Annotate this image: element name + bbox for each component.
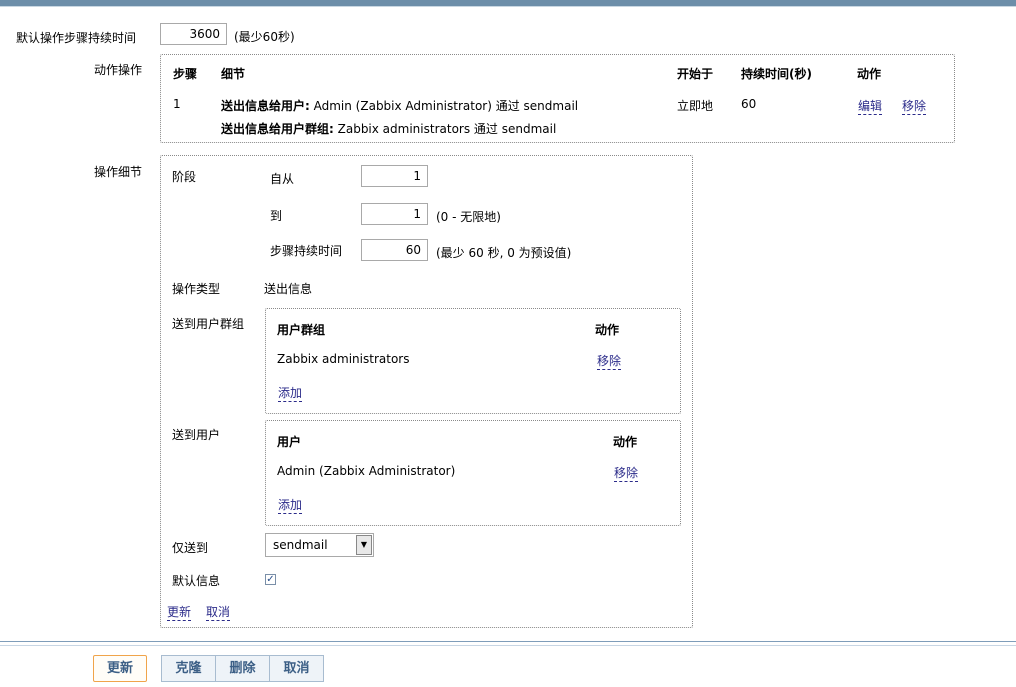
col-action: 动作 xyxy=(857,67,882,81)
send-only-label: 仅送到 xyxy=(172,541,209,555)
col-step: 步骤 xyxy=(173,67,198,81)
send-to-users-label: 送到用户 xyxy=(172,428,221,442)
row-step: 1 xyxy=(173,97,181,111)
operation-type-value: 送出信息 xyxy=(264,282,313,296)
detail-group-text: Zabbix administrators 通过 sendmail xyxy=(333,122,557,136)
detail-group-bold: 送出信息给用户群组: xyxy=(221,122,334,136)
default-step-duration-label: 默认操作步骤持续时间 xyxy=(16,31,137,45)
remove-group-link[interactable]: 移除 xyxy=(597,352,622,370)
step-duration-hint: (最少 60 秒, 0 为预设值) xyxy=(436,246,572,260)
action-operations-table: 步骤 细节 开始于 持续时间(秒) 动作 1 送出信息给用户: Admin (Z… xyxy=(160,54,955,143)
remove-operation-link[interactable]: 移除 xyxy=(902,97,927,115)
cancel-button[interactable]: 取消 xyxy=(269,655,324,682)
send-to-groups-table: 用户群组 动作 Zabbix administrators 移除 添加 xyxy=(265,308,681,414)
stage-to-label: 到 xyxy=(270,209,283,223)
clone-button[interactable]: 克隆 xyxy=(161,655,216,682)
stage-from-label: 自从 xyxy=(270,172,295,186)
update-button[interactable]: 更新 xyxy=(93,655,147,682)
footer-divider xyxy=(0,641,1016,642)
group-item: Zabbix administrators xyxy=(277,352,410,366)
send-to-groups-label: 送到用户群组 xyxy=(172,317,245,331)
stage-to-input[interactable]: 1 xyxy=(361,203,428,225)
send-to-users-table: 用户 动作 Admin (Zabbix Administrator) 移除 添加 xyxy=(265,420,681,526)
footer-divider-2 xyxy=(0,645,1016,646)
users-col-action: 动作 xyxy=(613,435,638,449)
top-banner-line xyxy=(0,6,1016,7)
add-group-link[interactable]: 添加 xyxy=(278,384,303,402)
col-start: 开始于 xyxy=(677,67,714,81)
col-details: 细节 xyxy=(221,67,246,81)
default-message-label: 默认信息 xyxy=(172,574,221,588)
detail-user-text: Admin (Zabbix Administrator) 通过 sendmail xyxy=(309,99,579,113)
stage-from-input[interactable]: 1 xyxy=(361,165,428,187)
default-step-duration-input[interactable]: 3600 xyxy=(160,23,227,45)
action-operations-label: 动作操作 xyxy=(94,63,143,77)
step-duration-input[interactable]: 60 xyxy=(361,239,428,261)
users-col-name: 用户 xyxy=(277,435,302,449)
user-item: Admin (Zabbix Administrator) xyxy=(277,464,456,478)
row-detail-group: 送出信息给用户群组: Zabbix administrators 通过 send… xyxy=(221,120,556,137)
row-detail-user: 送出信息给用户: Admin (Zabbix Administrator) 通过… xyxy=(221,97,578,114)
operation-details-label: 操作细节 xyxy=(94,165,143,179)
row-duration: 60 xyxy=(741,97,757,111)
delete-button[interactable]: 删除 xyxy=(215,655,270,682)
groups-col-name: 用户群组 xyxy=(277,323,326,337)
default-step-duration-hint: (最少60秒) xyxy=(234,30,295,44)
operation-details-panel: 阶段 自从 1 到 1 (0 - 无限地) 步骤持续时间 60 (最少 60 秒… xyxy=(160,155,693,628)
col-duration: 持续时间(秒) xyxy=(741,67,812,81)
stage-label: 阶段 xyxy=(172,170,197,184)
send-only-value: sendmail xyxy=(273,538,328,552)
update-operation-link[interactable]: 更新 xyxy=(167,603,192,621)
detail-user-bold: 送出信息给用户: xyxy=(221,99,310,113)
send-only-select[interactable]: sendmail ▼ xyxy=(265,533,374,557)
stage-to-hint: (0 - 无限地) xyxy=(436,210,501,224)
cancel-operation-link[interactable]: 取消 xyxy=(206,603,231,621)
row-start: 立即地 xyxy=(677,99,714,113)
chevron-down-icon[interactable]: ▼ xyxy=(356,535,372,555)
groups-col-action: 动作 xyxy=(595,323,620,337)
remove-user-link[interactable]: 移除 xyxy=(614,464,639,482)
default-message-checkbox[interactable]: ✓ xyxy=(265,574,276,585)
step-duration-label: 步骤持续时间 xyxy=(270,244,343,258)
operation-type-label: 操作类型 xyxy=(172,282,221,296)
add-user-link[interactable]: 添加 xyxy=(278,496,303,514)
edit-operation-link[interactable]: 编辑 xyxy=(858,97,883,115)
